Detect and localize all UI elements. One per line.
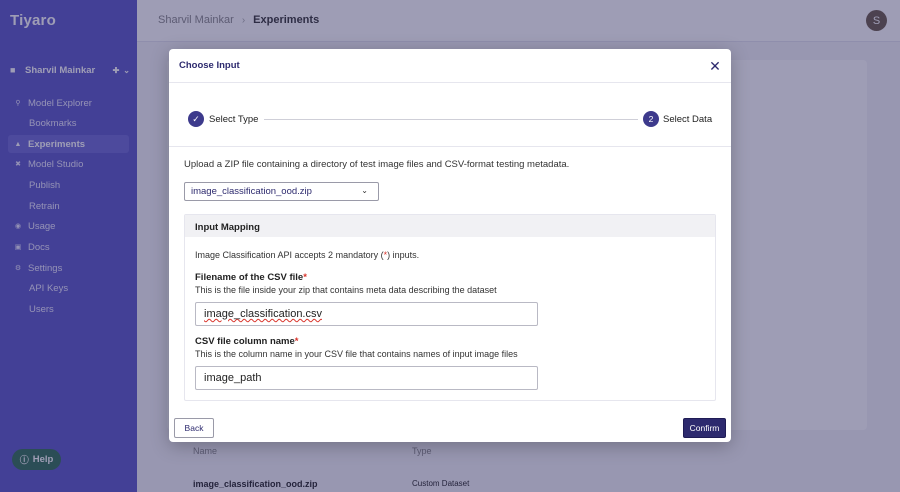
field-label-text: Filename of the CSV file (195, 272, 304, 283)
file-select[interactable]: image_classification_ood.zip ⌄ (184, 182, 379, 201)
confirm-button[interactable]: Confirm (683, 418, 726, 438)
step-number-2: 2 (643, 111, 659, 127)
csv-filename-input[interactable]: image_classification.csv (195, 302, 538, 326)
mandatory-inputs-note: Image Classification API accepts 2 manda… (195, 250, 419, 260)
csv-column-input[interactable]: image_path (195, 366, 538, 390)
required-mark: * (294, 336, 299, 347)
csv-filename-description: This is the file inside your zip that co… (195, 285, 497, 295)
csv-filename-value: image_classification.csv (204, 308, 322, 320)
dialog-header: Choose Input ✕ (169, 49, 731, 83)
step-connector (264, 119, 638, 120)
upload-instructions: Upload a ZIP file containing a directory… (184, 159, 570, 170)
input-mapping-header: Input Mapping (185, 215, 715, 237)
input-mapping-title: Input Mapping (195, 222, 260, 233)
csv-column-value: image_path (204, 372, 262, 384)
close-icon[interactable]: ✕ (708, 59, 722, 73)
csv-column-description: This is the column name in your CSV file… (195, 349, 518, 359)
check-icon[interactable]: ✓ (188, 111, 204, 127)
csv-column-label: CSV file column name* (195, 336, 298, 347)
back-button[interactable]: Back (174, 418, 214, 438)
input-mapping-panel: Input Mapping Image Classification API a… (184, 214, 716, 401)
choose-input-dialog: Choose Input ✕ ✓ Select Type 2 Select Da… (169, 49, 731, 442)
required-mark: * (303, 272, 307, 283)
chevron-down-icon: ⌄ (361, 186, 368, 195)
step-label-select-data: Select Data (663, 114, 713, 125)
note-prefix: Image Classification API accepts 2 manda… (195, 250, 384, 260)
file-select-value: image_classification_ood.zip (191, 186, 312, 197)
csv-filename-label: Filename of the CSV file* (195, 272, 307, 283)
field-label-text: CSV file column name (195, 336, 295, 347)
stepper: ✓ Select Type 2 Select Data (169, 83, 731, 147)
step-label-select-type[interactable]: Select Type (209, 114, 258, 125)
dialog-title: Choose Input (179, 60, 240, 71)
note-suffix: ) inputs. (387, 250, 420, 260)
